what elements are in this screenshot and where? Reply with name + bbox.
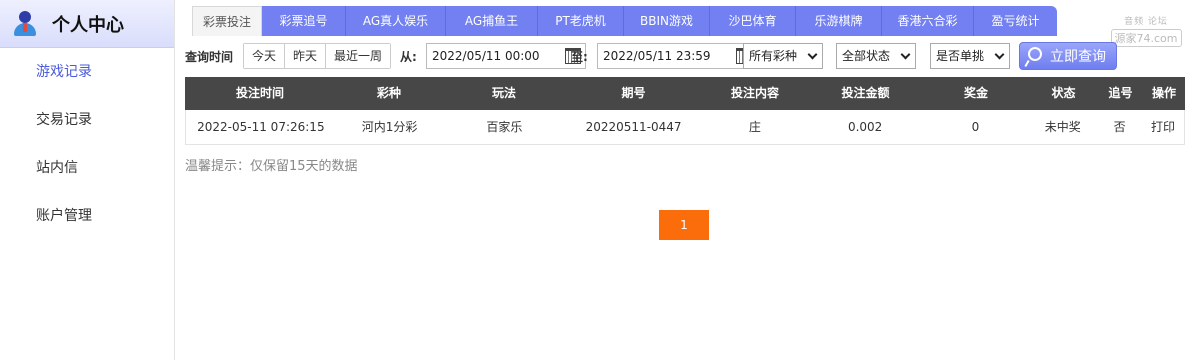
header-action: 操作 [1151, 86, 1176, 100]
tab-ag-live[interactable]: AG真人娱乐 [346, 6, 446, 36]
header-bet-amount: 投注金额 [841, 86, 890, 100]
cell-prize: 0 [971, 120, 980, 134]
bet-records-table: 投注时间 彩种 玩法 期号 投注内容 投注金额 奖金 状态 追号 操作 2022… [185, 77, 1185, 145]
cell-lottery: 河内1分彩 [361, 120, 418, 134]
user-icon [12, 10, 38, 38]
cell-issue: 20220511-0447 [585, 120, 682, 134]
status-select[interactable]: 全部状态 [836, 43, 916, 69]
chevron-down-icon [900, 49, 911, 60]
search-icon [1028, 47, 1042, 61]
table-header: 投注时间 彩种 玩法 期号 投注内容 投注金额 奖金 状态 追号 操作 [185, 77, 1185, 110]
sidebar-item-game-records[interactable]: 游戏记录 [0, 48, 174, 96]
retention-hint: 温馨提示：仅保留15天的数据 [185, 159, 358, 174]
from-label: 从: [400, 50, 417, 64]
tab-profit-loss[interactable]: 盈亏统计 [974, 6, 1057, 36]
cell-bet-time: 2022-05-11 07:26:15 [197, 120, 325, 134]
chevron-down-icon [994, 49, 1005, 60]
filter-bar: 查询时间 今天 昨天 最近一周 从: 2022/05/11 00:00 至: 2… [185, 42, 1185, 70]
tab-lottery-bets[interactable]: 彩票投注 [192, 6, 262, 36]
sidebar-item-messages[interactable]: 站内信 [0, 144, 174, 192]
sidebar: 个人中心 游戏记录 交易记录 站内信 账户管理 [0, 0, 175, 360]
cell-status: 未中奖 [1044, 120, 1081, 134]
query-button[interactable]: 立即查询 [1019, 42, 1117, 70]
sidebar-header: 个人中心 [0, 0, 174, 48]
single-pick-select[interactable]: 是否单挑 [930, 43, 1010, 69]
to-label: 至: [571, 50, 588, 64]
to-date-input[interactable]: 2022/05/11 23:59 [597, 43, 757, 69]
cell-play: 百家乐 [486, 120, 523, 134]
header-play: 玩法 [491, 86, 516, 100]
tab-lottery-chase[interactable]: 彩票追号 [262, 6, 346, 36]
lottery-type-select[interactable]: 所有彩种 [743, 43, 823, 69]
header-prize: 奖金 [963, 86, 988, 100]
tab-saba-sports[interactable]: 沙巴体育 [710, 6, 796, 36]
quick-range-group: 今天 昨天 最近一周 [243, 43, 392, 69]
header-bet-content: 投注内容 [730, 86, 779, 100]
header-lottery: 彩种 [376, 86, 401, 100]
sidebar-item-account-management[interactable]: 账户管理 [0, 192, 174, 240]
cell-bet-amount: 0.002 [847, 120, 883, 134]
chevron-down-icon [807, 49, 818, 60]
tab-leyou-chess[interactable]: 乐游棋牌 [796, 6, 882, 36]
tab-pt-slots[interactable]: PT老虎机 [538, 6, 624, 36]
header-issue: 期号 [621, 86, 646, 100]
yesterday-button[interactable]: 昨天 [285, 44, 327, 68]
query-time-label: 查询时间 [185, 50, 234, 64]
sidebar-item-transaction-records[interactable]: 交易记录 [0, 96, 174, 144]
header-bet-time: 投注时间 [235, 86, 284, 100]
last-week-button[interactable]: 最近一周 [326, 44, 391, 68]
from-date-input[interactable]: 2022/05/11 00:00 [426, 43, 586, 69]
tab-hk-mark-six[interactable]: 香港六合彩 [882, 6, 974, 36]
tab-bbin-games[interactable]: BBIN游戏 [624, 6, 710, 36]
print-link[interactable]: 打印 [1142, 110, 1184, 144]
cell-chase: 否 [1113, 120, 1126, 134]
sidebar-title: 个人中心 [52, 14, 124, 36]
tab-bar: 彩票投注 彩票追号 AG真人娱乐 AG捕鱼王 PT老虎机 BBIN游戏 沙巴体育… [192, 6, 1057, 36]
table-row: 2022-05-11 07:26:15 河内1分彩 百家乐 20220511-0… [185, 110, 1185, 145]
today-button[interactable]: 今天 [244, 44, 286, 68]
tab-ag-fishing[interactable]: AG捕鱼王 [446, 6, 538, 36]
header-status: 状态 [1051, 86, 1076, 100]
pagination-page-button[interactable]: 1 [659, 210, 709, 240]
cell-bet-content: 庄 [748, 120, 761, 134]
header-chase: 追号 [1108, 86, 1133, 100]
